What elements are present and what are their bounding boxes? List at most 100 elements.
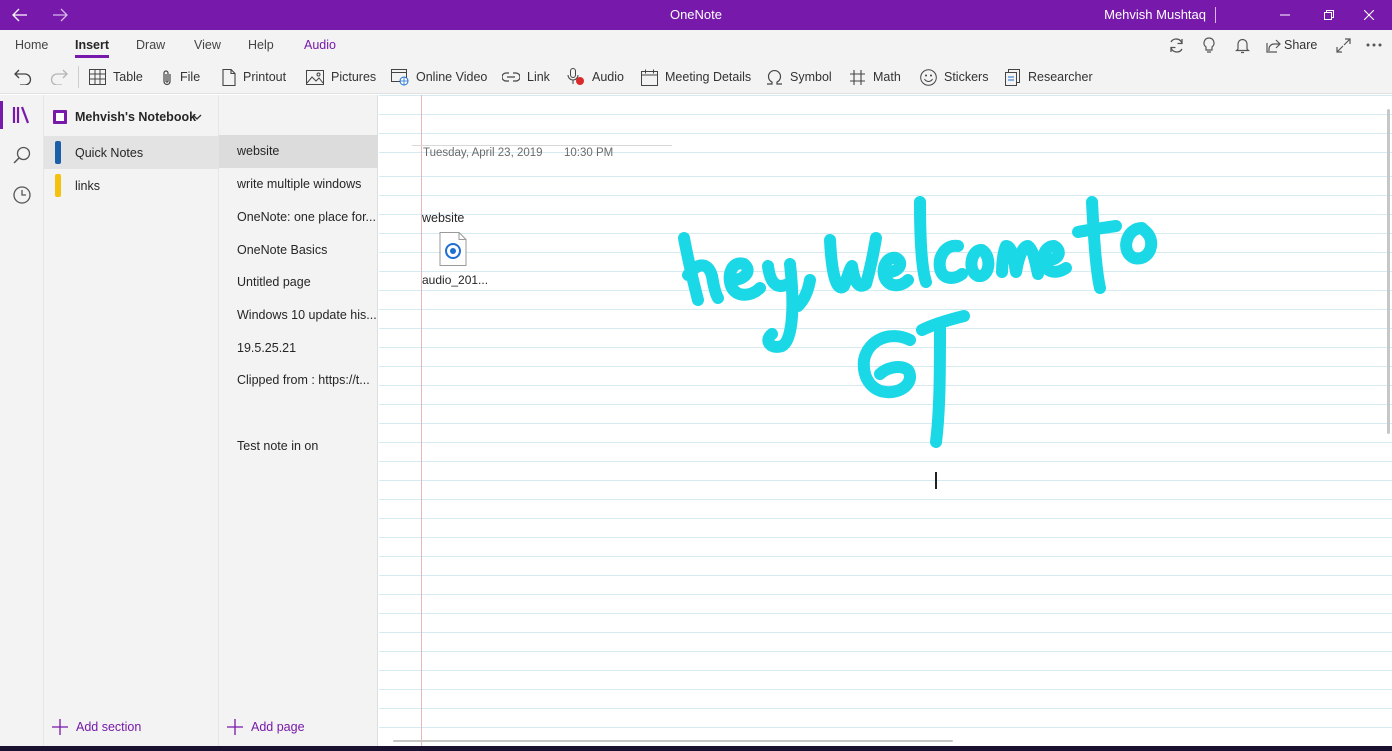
page-time: 10:30 PM bbox=[564, 147, 614, 159]
minimize-icon bbox=[1280, 14, 1290, 16]
attachment-name[interactable]: audio_201... bbox=[422, 273, 488, 287]
ribbon-divider bbox=[78, 66, 79, 88]
table-icon bbox=[89, 69, 106, 85]
taskbar-edge bbox=[0, 746, 1392, 751]
notebooks-button[interactable] bbox=[0, 95, 44, 135]
add-section-button[interactable]: Add section bbox=[52, 715, 141, 739]
paperclip-icon bbox=[163, 69, 171, 85]
insert-link-button[interactable]: Link bbox=[502, 67, 550, 87]
insert-printout-button[interactable]: Printout bbox=[222, 67, 286, 87]
researcher-icon bbox=[1005, 68, 1020, 86]
tab-home[interactable]: Home bbox=[15, 30, 48, 60]
handwritten-ink[interactable] bbox=[668, 180, 1178, 480]
title-bar: OneNote Mehvish Mushtaq bbox=[0, 0, 1392, 30]
tab-audio[interactable]: Audio bbox=[304, 30, 336, 60]
horizontal-scrollbar[interactable] bbox=[393, 740, 953, 742]
online-video-label: Online Video bbox=[416, 70, 488, 84]
researcher-button[interactable]: Researcher bbox=[1004, 67, 1093, 87]
link-label: Link bbox=[527, 70, 550, 84]
sections-pane: Mehvish's Notebook Quick Notes links Add… bbox=[44, 95, 219, 746]
section-quick-notes[interactable]: Quick Notes bbox=[44, 136, 219, 169]
vertical-scrollbar[interactable] bbox=[1387, 109, 1390, 434]
page-title-area[interactable] bbox=[412, 145, 672, 146]
plus-icon bbox=[227, 719, 243, 735]
clock-icon bbox=[13, 186, 31, 204]
insert-table-button[interactable]: Table bbox=[89, 67, 143, 87]
share-button[interactable]: Share bbox=[1284, 30, 1317, 60]
math-icon bbox=[850, 69, 865, 85]
tab-draw[interactable]: Draw bbox=[136, 30, 165, 60]
smiley-icon bbox=[920, 68, 937, 86]
page-item[interactable]: 19.5.25.21 bbox=[219, 332, 378, 365]
page-item[interactable]: Clipped from : https://t... bbox=[219, 364, 378, 397]
printout-label: Printout bbox=[243, 70, 287, 84]
insert-stickers-button[interactable]: Stickers bbox=[920, 67, 988, 87]
page-margin-line bbox=[421, 95, 422, 746]
forward-button[interactable] bbox=[40, 0, 80, 30]
insert-math-button[interactable]: Math bbox=[849, 67, 901, 87]
undo-icon bbox=[14, 69, 32, 85]
add-section-label: Add section bbox=[76, 720, 142, 734]
page-item[interactable]: website bbox=[219, 135, 378, 168]
minimize-button[interactable] bbox=[1262, 0, 1308, 30]
picture-icon bbox=[306, 69, 324, 85]
insert-file-button[interactable]: File bbox=[161, 67, 200, 87]
add-page-label: Add page bbox=[251, 720, 305, 734]
document-icon bbox=[222, 68, 236, 86]
close-icon bbox=[1364, 10, 1374, 20]
expand-icon bbox=[1335, 37, 1351, 53]
share-icon-wrap[interactable] bbox=[1264, 36, 1284, 54]
audio-file-icon[interactable] bbox=[439, 232, 467, 266]
note-canvas[interactable]: Tuesday, April 23, 2019 10:30 PM website… bbox=[379, 95, 1392, 746]
redo-button[interactable] bbox=[50, 67, 68, 87]
page-item[interactable] bbox=[219, 397, 378, 430]
math-label: Math bbox=[873, 70, 901, 84]
page-item[interactable]: write multiple windows bbox=[219, 168, 378, 201]
page-item[interactable]: Windows 10 update his... bbox=[219, 299, 378, 332]
more-icon bbox=[1366, 43, 1382, 47]
page-item[interactable]: OneNote: one place for... bbox=[219, 201, 378, 234]
bell-icon bbox=[1234, 38, 1250, 53]
notifications-button[interactable] bbox=[1232, 36, 1252, 54]
sync-icon bbox=[1169, 37, 1183, 53]
more-options-button[interactable] bbox=[1364, 36, 1384, 54]
section-links[interactable]: links bbox=[44, 169, 219, 202]
chevron-down-icon bbox=[192, 114, 202, 120]
audio-label: Audio bbox=[592, 70, 624, 84]
sync-button[interactable] bbox=[1166, 36, 1186, 54]
insert-symbol-button[interactable]: Symbol bbox=[766, 67, 832, 87]
user-name[interactable]: Mehvish Mushtaq bbox=[1104, 0, 1206, 30]
undo-button[interactable] bbox=[14, 67, 32, 87]
note-text[interactable]: website bbox=[422, 211, 464, 225]
notebooks-icon bbox=[12, 106, 30, 124]
search-icon bbox=[13, 146, 31, 164]
file-label: File bbox=[180, 70, 201, 84]
redo-icon bbox=[50, 69, 68, 85]
record-audio-button[interactable]: Audio bbox=[567, 67, 624, 87]
insert-online-video-button[interactable]: Online Video bbox=[391, 67, 487, 87]
meeting-details-label: Meeting Details bbox=[665, 70, 752, 84]
back-button[interactable] bbox=[0, 0, 40, 30]
notebook-selector[interactable]: Mehvish's Notebook bbox=[44, 105, 219, 129]
section-label: Quick Notes bbox=[75, 145, 144, 160]
tell-me-button[interactable] bbox=[1199, 36, 1219, 54]
close-button[interactable] bbox=[1346, 0, 1392, 30]
tab-insert[interactable]: Insert bbox=[75, 30, 110, 60]
tab-view[interactable]: View bbox=[194, 30, 221, 60]
search-button[interactable] bbox=[0, 135, 44, 175]
page-item[interactable]: Untitled page bbox=[219, 266, 378, 299]
tab-help[interactable]: Help bbox=[248, 30, 274, 60]
page-item[interactable]: Test note in on bbox=[219, 430, 378, 463]
insert-pictures-button[interactable]: Pictures bbox=[306, 67, 376, 87]
add-page-button[interactable]: Add page bbox=[227, 715, 305, 739]
meeting-details-button[interactable]: Meeting Details bbox=[641, 67, 751, 87]
page-date: Tuesday, April 23, 2019 bbox=[423, 147, 543, 159]
pages-pane: website write multiple windows OneNote: … bbox=[219, 95, 378, 746]
researcher-label: Researcher bbox=[1028, 70, 1093, 84]
menu-bar: Home Insert Draw View Help Audio Share bbox=[0, 30, 1392, 60]
recent-notes-button[interactable] bbox=[0, 175, 44, 215]
symbol-label: Symbol bbox=[790, 70, 832, 84]
page-item[interactable]: OneNote Basics bbox=[219, 234, 378, 267]
calendar-icon bbox=[641, 69, 658, 86]
fullscreen-button[interactable] bbox=[1333, 36, 1353, 54]
